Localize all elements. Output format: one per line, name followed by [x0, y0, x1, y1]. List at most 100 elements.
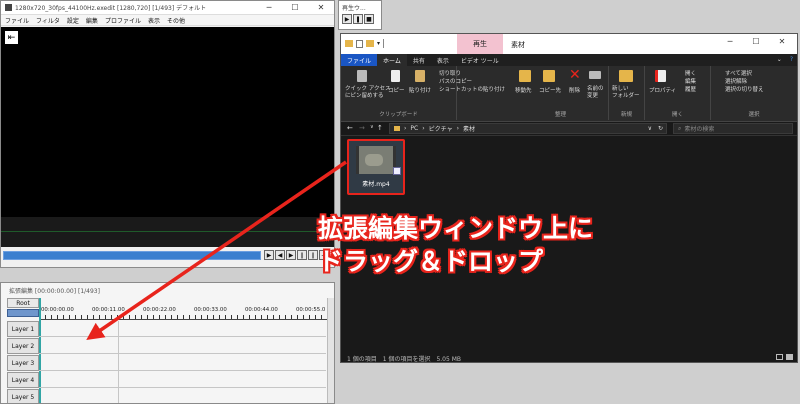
- organize-group-label: 整理: [554, 112, 566, 118]
- layer-2-header[interactable]: Layer 2: [7, 338, 39, 354]
- up-icon[interactable]: ↑: [377, 124, 383, 132]
- step-fwd-icon[interactable]: ❙: [308, 250, 318, 260]
- search-box[interactable]: ⌕ 素材の検索: [673, 123, 793, 134]
- timeline-grid-line: [118, 321, 119, 403]
- menu-profile[interactable]: プロファイル: [105, 16, 141, 25]
- path-folder-icon: [394, 126, 400, 131]
- open-group: プロパティ 開く 編集 履歴 開く: [645, 66, 711, 120]
- main-menu-bar: ファイル フィルタ 設定 編集 プロファイル 表示 その他: [1, 15, 334, 26]
- copy-path-button[interactable]: パスのコピー: [439, 77, 472, 85]
- qa-dropdown-icon[interactable]: ▾: [377, 40, 380, 47]
- layer-5-track[interactable]: [39, 389, 326, 403]
- copy-to-icon: [543, 70, 555, 82]
- path-pc[interactable]: PC: [410, 125, 418, 132]
- select-none-button[interactable]: 選択解除: [725, 77, 747, 85]
- new-folder-icon[interactable]: [366, 40, 374, 47]
- layer-2-track[interactable]: [39, 338, 326, 354]
- menu-other[interactable]: その他: [167, 16, 185, 25]
- menu-edit[interactable]: 編集: [86, 16, 98, 25]
- tab-file[interactable]: ファイル: [341, 54, 378, 66]
- player-play-icon[interactable]: ▶: [342, 14, 352, 24]
- layer-3-header[interactable]: Layer 3: [7, 355, 39, 371]
- properties-icon[interactable]: [356, 39, 363, 48]
- explorer-title-bar[interactable]: ▾ 再生 素材 ─ ☐ ✕: [341, 34, 797, 54]
- minimize-icon[interactable]: ─: [256, 3, 282, 12]
- rename-button[interactable]: 名前の 変更: [587, 86, 604, 100]
- main-window-title: 1280x720_30fps_44100Hz.exedit [1280,720]…: [15, 5, 207, 12]
- properties-button[interactable]: プロパティ: [649, 86, 676, 94]
- select-group: すべて選択 選択解除 選択の切り替え 選択: [711, 66, 797, 120]
- address-bar[interactable]: › PC › ピクチャ › 素材 ∨ ↻: [389, 123, 667, 134]
- layer-1-track[interactable]: [39, 321, 326, 337]
- paste-shortcut-button[interactable]: ショートカットの貼り付け: [439, 85, 505, 93]
- history-button[interactable]: 履歴: [685, 85, 696, 93]
- tab-view[interactable]: 表示: [431, 54, 455, 66]
- forward-icon[interactable]: →: [359, 124, 365, 132]
- explorer-close-icon[interactable]: ✕: [769, 37, 795, 46]
- layer-4-header[interactable]: Layer 4: [7, 372, 39, 388]
- move-to-icon: [519, 70, 531, 82]
- explorer-maximize-icon[interactable]: ☐: [743, 37, 769, 46]
- recent-dropdown-icon[interactable]: ∨: [370, 124, 374, 130]
- folder-icon[interactable]: [345, 40, 353, 47]
- file-name: 素材.mp4: [362, 181, 390, 188]
- path-pictures[interactable]: ピクチャ: [429, 124, 453, 133]
- prev-frame-icon[interactable]: ◀: [275, 250, 285, 260]
- close-icon[interactable]: ✕: [308, 3, 334, 12]
- back-to-start-icon[interactable]: ⇤: [5, 31, 18, 44]
- main-title-bar[interactable]: 1280x720_30fps_44100Hz.exedit [1280,720]…: [1, 1, 334, 15]
- menu-settings[interactable]: 設定: [67, 16, 79, 25]
- search-input[interactable]: 素材の検索: [684, 124, 714, 133]
- annotation-line-1: 拡張編集ウィンドウ上に: [318, 214, 594, 243]
- select-all-button[interactable]: すべて選択: [725, 69, 752, 77]
- layer-4-track[interactable]: [39, 372, 326, 388]
- layer-1-header[interactable]: Layer 1: [7, 321, 39, 337]
- menu-file[interactable]: ファイル: [5, 16, 29, 25]
- timeline-scrollbar[interactable]: [327, 298, 334, 403]
- tab-share[interactable]: 共有: [407, 54, 431, 66]
- address-dropdown-icon[interactable]: ∨: [648, 125, 666, 132]
- path-material[interactable]: 素材: [463, 124, 475, 133]
- paste-icon: [415, 70, 425, 82]
- new-folder-large-icon: [619, 70, 633, 82]
- maximize-icon[interactable]: ☐: [282, 3, 308, 12]
- open-button[interactable]: 開く: [685, 69, 696, 77]
- details-view-icon[interactable]: [776, 354, 783, 360]
- copy-button[interactable]: コピー: [388, 86, 405, 94]
- menu-view[interactable]: 表示: [148, 16, 160, 25]
- help-icon[interactable]: ?: [786, 54, 797, 66]
- explorer-minimize-icon[interactable]: ─: [717, 37, 743, 46]
- next-frame-icon[interactable]: ▶: [286, 250, 296, 260]
- delete-button[interactable]: 削除: [569, 86, 580, 94]
- organize-group: 移動先 コピー先 ✕ 削除 名前の 変更 整理: [513, 66, 609, 120]
- new-group-label: 新規: [620, 112, 632, 118]
- move-to-button[interactable]: 移動先: [515, 86, 532, 94]
- file-item[interactable]: 素材.mp4: [347, 139, 405, 195]
- play-icon[interactable]: ▶: [264, 250, 274, 260]
- player-stop-icon[interactable]: ■: [364, 14, 374, 24]
- cut-button[interactable]: 切り取り: [439, 69, 461, 77]
- refresh-icon[interactable]: ↻: [658, 125, 663, 132]
- back-icon[interactable]: ←: [347, 124, 353, 132]
- edit-button[interactable]: 編集: [685, 77, 696, 85]
- tab-home[interactable]: ホーム: [377, 54, 407, 66]
- player-pause-icon[interactable]: ❚: [353, 14, 363, 24]
- seek-bar[interactable]: [3, 251, 261, 260]
- invert-selection-button[interactable]: 選択の切り替え: [725, 85, 764, 93]
- menu-filter[interactable]: フィルタ: [36, 16, 60, 25]
- copy-to-button[interactable]: コピー先: [539, 86, 561, 94]
- pin-button[interactable]: クイック アクセス にピン留めする: [345, 86, 390, 100]
- ribbon-collapse-icon[interactable]: ⌄: [773, 54, 786, 66]
- layer-5-header[interactable]: Layer 5: [7, 389, 39, 403]
- root-button[interactable]: Root: [7, 298, 39, 308]
- step-back-icon[interactable]: ❙: [297, 250, 307, 260]
- large-icons-view-icon[interactable]: [786, 354, 793, 360]
- search-icon: ⌕: [678, 124, 682, 132]
- paste-button[interactable]: 貼り付け: [409, 86, 431, 94]
- main-window: 1280x720_30fps_44100Hz.exedit [1280,720]…: [0, 0, 335, 268]
- layer-3-track[interactable]: [39, 355, 326, 371]
- new-folder-button[interactable]: 新しい フォルダー: [612, 86, 640, 100]
- clipboard-group-label: クリップボード: [379, 112, 418, 118]
- context-tab-play[interactable]: 再生: [457, 34, 503, 54]
- tab-video-tools[interactable]: ビデオ ツール: [455, 54, 505, 66]
